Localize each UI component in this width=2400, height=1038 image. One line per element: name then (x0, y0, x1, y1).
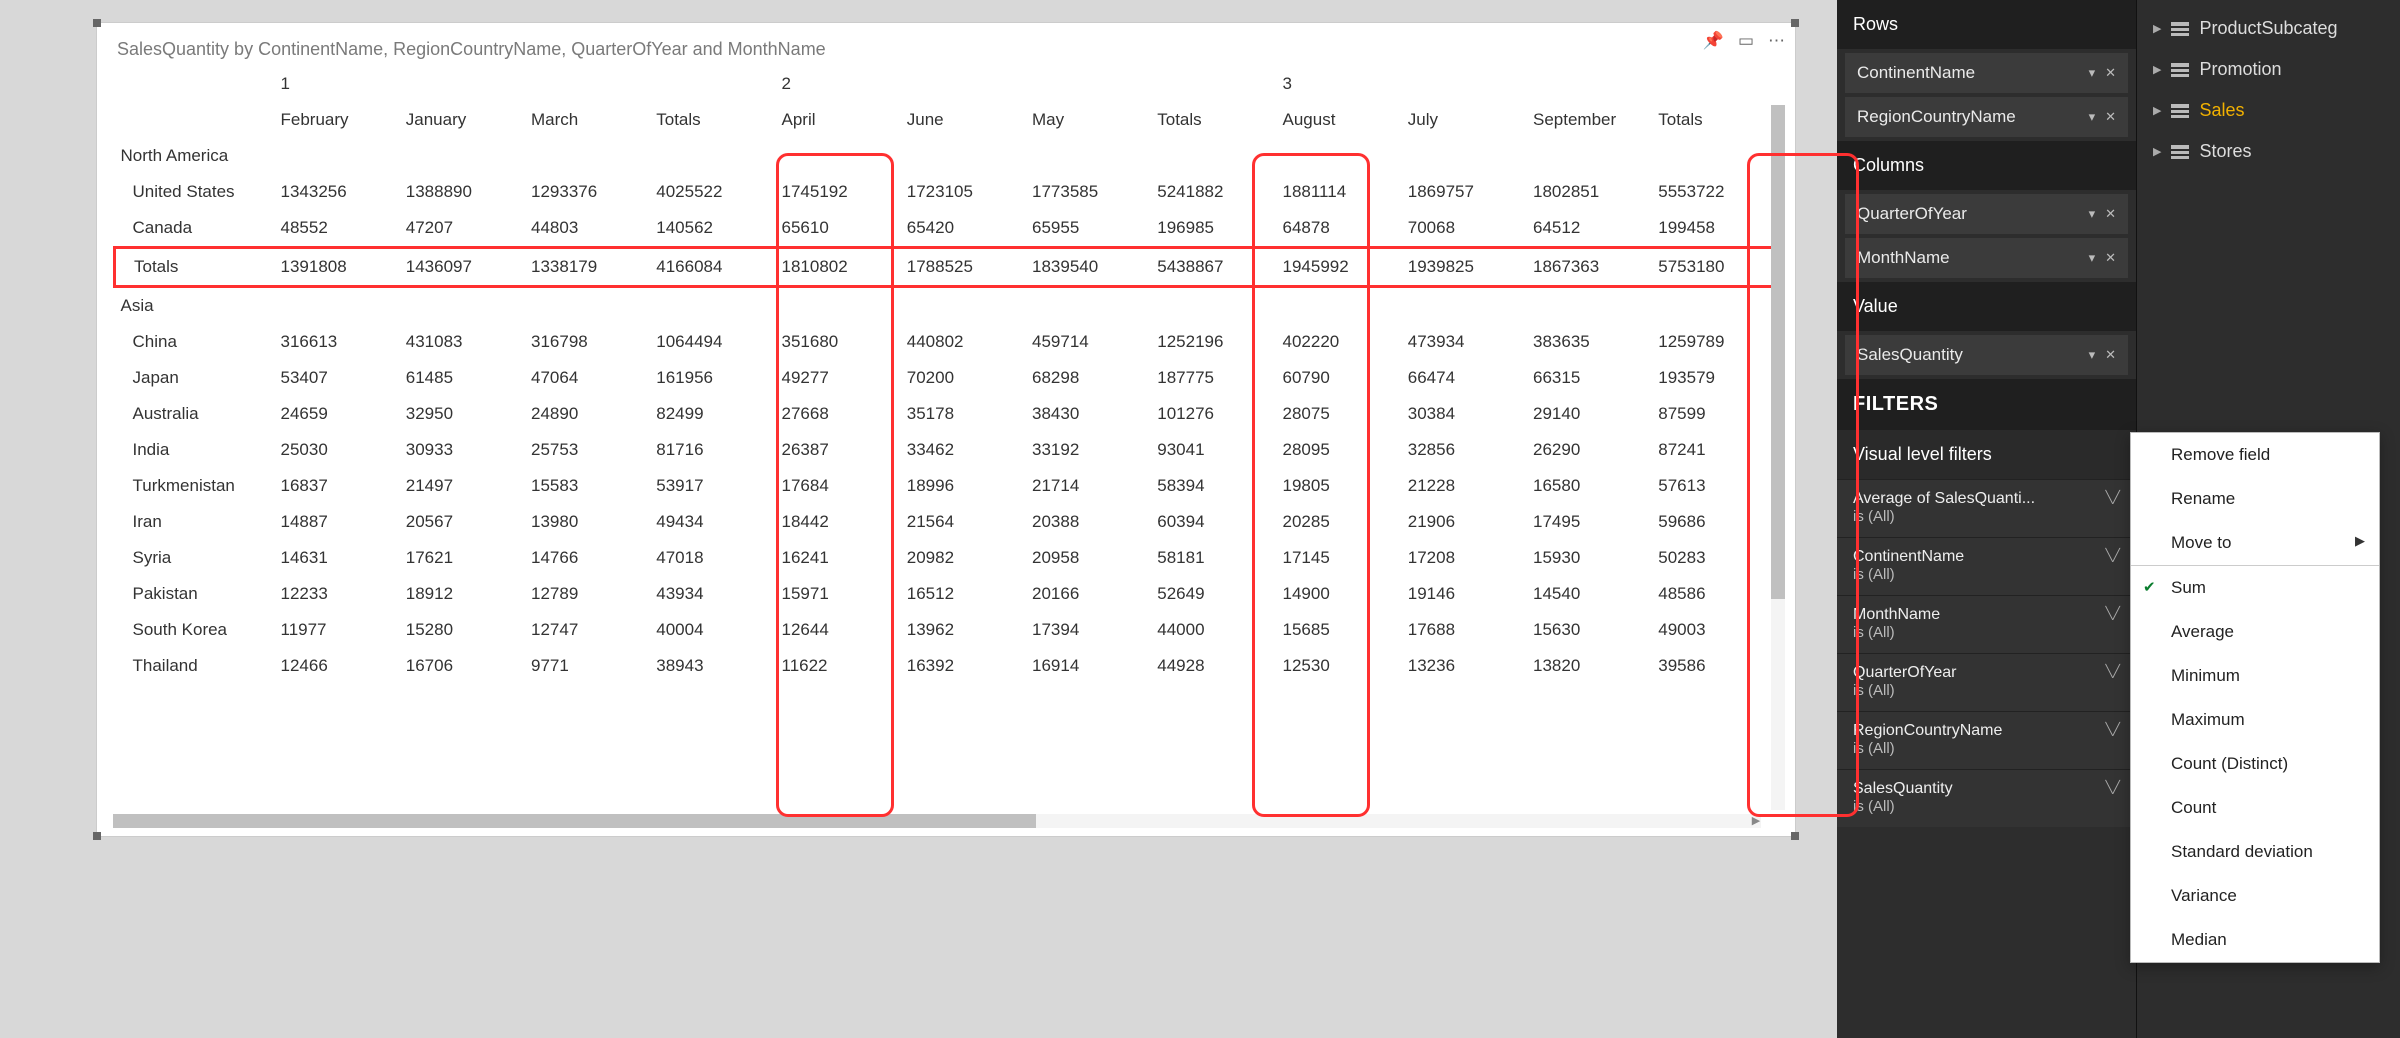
filters-header: FILTERS (1837, 379, 2136, 430)
field-menu-icon[interactable]: ▾ (2089, 347, 2096, 363)
rows-field-continentname[interactable]: ContinentName▾✕ (1845, 53, 2128, 93)
field-menu-icon[interactable]: ▾ (2089, 65, 2096, 81)
field-menu-icon[interactable]: ▾ (2089, 206, 2096, 222)
remove-field-icon[interactable]: ✕ (2105, 65, 2116, 81)
expand-icon[interactable]: ▶ (2153, 145, 2161, 158)
horizontal-scrollbar[interactable]: ◀ ▶ (113, 814, 1761, 828)
report-canvas: 📌 ▭ ⋯ SalesQuantity by ContinentName, Re… (0, 0, 1837, 1038)
aggregation-context-menu: Remove field Rename Move to▶ ✔Sum Averag… (2130, 432, 2380, 963)
remove-field-icon[interactable]: ✕ (2105, 206, 2116, 222)
menu-median[interactable]: Median (2131, 918, 2379, 962)
columns-well-label: Columns (1837, 141, 2136, 190)
field-menu-icon[interactable]: ▾ (2089, 250, 2096, 266)
filter-salesquantity[interactable]: ╲╱SalesQuantityis (All) (1837, 769, 2136, 827)
menu-average[interactable]: Average (2131, 610, 2379, 654)
filter-monthname[interactable]: ╲╱MonthNameis (All) (1837, 595, 2136, 653)
menu-minimum[interactable]: Minimum (2131, 654, 2379, 698)
remove-field-icon[interactable]: ✕ (2105, 250, 2116, 266)
resize-handle-br[interactable] (1791, 832, 1799, 840)
resize-handle-bl[interactable] (93, 832, 101, 840)
menu-maximum[interactable]: Maximum (2131, 698, 2379, 742)
visual-level-filters-label: Visual level filters (1837, 430, 2136, 479)
menu-move-to[interactable]: Move to▶ (2131, 521, 2379, 566)
menu-count-distinct[interactable]: Count (Distinct) (2131, 742, 2379, 786)
filter-continentname[interactable]: ╲╱ContinentNameis (All) (1837, 537, 2136, 595)
visualizations-panel: Rows ContinentName▾✕RegionCountryName▾✕ … (1837, 0, 2137, 1038)
table-sales[interactable]: ▶Sales (2143, 90, 2394, 131)
remove-field-icon[interactable]: ✕ (2105, 109, 2116, 125)
table-promotion[interactable]: ▶Promotion (2143, 49, 2394, 90)
resize-handle-tr[interactable] (1791, 19, 1799, 27)
columns-field-quarterofyear[interactable]: QuarterOfYear▾✕ (1845, 194, 2128, 234)
table-productsubcateg[interactable]: ▶ProductSubcateg (2143, 8, 2394, 49)
menu-count[interactable]: Count (2131, 786, 2379, 830)
menu-remove-field[interactable]: Remove field (2131, 433, 2379, 477)
matrix-visual[interactable]: 📌 ▭ ⋯ SalesQuantity by ContinentName, Re… (96, 22, 1796, 837)
table-icon (2171, 104, 2189, 118)
scroll-right-icon[interactable]: ▶ (1749, 814, 1763, 828)
filter-average-of-salesquanti-[interactable]: ╲╱Average of SalesQuanti...is (All) (1837, 479, 2136, 537)
table-icon (2171, 145, 2189, 159)
expand-icon[interactable]: ▶ (2153, 22, 2161, 35)
expand-icon[interactable]: ▶ (2153, 104, 2161, 117)
filter-regioncountryname[interactable]: ╲╱RegionCountryNameis (All) (1837, 711, 2136, 769)
table-stores[interactable]: ▶Stores (2143, 131, 2394, 172)
remove-field-icon[interactable]: ✕ (2105, 347, 2116, 363)
value-well-label: Value (1837, 282, 2136, 331)
columns-field-monthname[interactable]: MonthName▾✕ (1845, 238, 2128, 278)
field-menu-icon[interactable]: ▾ (2089, 109, 2096, 125)
vertical-scrollbar[interactable] (1771, 105, 1785, 810)
menu-stdev[interactable]: Standard deviation (2131, 830, 2379, 874)
more-options-icon[interactable]: ⋯ (1768, 31, 1785, 51)
rows-well-label: Rows (1837, 0, 2136, 49)
focus-mode-icon[interactable]: ▭ (1738, 31, 1754, 51)
pin-icon[interactable]: 📌 (1703, 31, 1724, 51)
menu-variance[interactable]: Variance (2131, 874, 2379, 918)
menu-sum[interactable]: ✔Sum (2131, 566, 2379, 610)
menu-rename[interactable]: Rename (2131, 477, 2379, 521)
table-icon (2171, 63, 2189, 77)
rows-field-regioncountryname[interactable]: RegionCountryName▾✕ (1845, 97, 2128, 137)
resize-handle-tl[interactable] (93, 19, 101, 27)
table-icon (2171, 22, 2189, 36)
expand-icon[interactable]: ▶ (2153, 63, 2161, 76)
matrix-body: 123FebruaryJanuaryMarchTotalsAprilJuneMa… (97, 66, 1795, 684)
visual-title: SalesQuantity by ContinentName, RegionCo… (97, 23, 1795, 66)
value-field-salesquantity[interactable]: SalesQuantity▾✕ (1845, 335, 2128, 375)
filter-quarterofyear[interactable]: ╲╱QuarterOfYearis (All) (1837, 653, 2136, 711)
